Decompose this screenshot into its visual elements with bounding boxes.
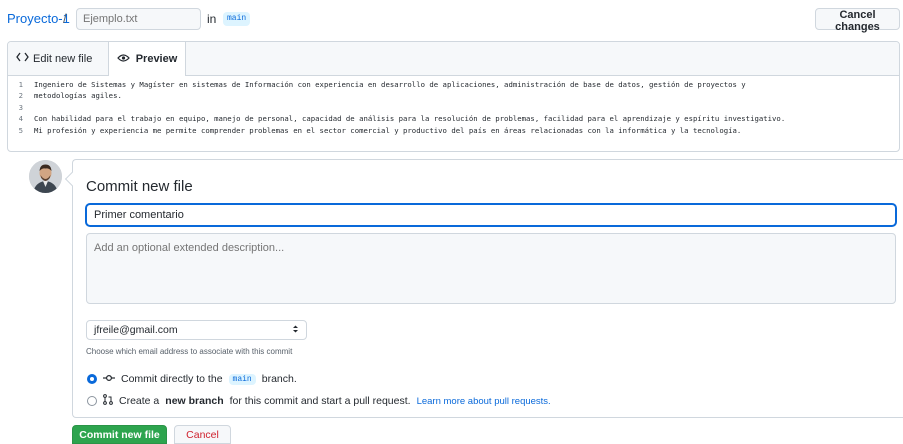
line-number: 2 [18,91,23,101]
filename-input[interactable] [76,8,201,30]
line-number: 5 [18,125,23,135]
code-line: 2 metodologías agiles. [8,90,899,101]
code-icon [16,52,29,65]
email-select[interactable]: jfreile@gmail.com [86,320,307,340]
top-bar: Proyecto-1 / in main Cancel changes [0,0,903,36]
cancel-changes-button[interactable]: Cancel changes [815,8,900,33]
git-pull-request-icon [103,394,113,408]
repo-link[interactable]: Proyecto-1 [7,11,70,26]
tab-preview-label: Preview [135,53,178,65]
in-label: in [207,12,217,26]
branch-badge: main [228,373,256,385]
learn-more-pull-requests-link[interactable]: Learn more about pull requests. [417,396,551,407]
new-branch-option[interactable]: Create a new branch for this commit and … [87,394,551,408]
tab-edit-new-file[interactable]: Edit new file [16,52,92,65]
commit-description-input[interactable] [86,233,896,304]
git-commit-icon [103,373,115,385]
commit-form: Commit new file jfreile@gmail.com Choose… [64,159,903,418]
eye-icon [116,53,130,66]
commit-new-file-button[interactable]: Commit new file [72,425,167,444]
code-preview: 1 Ingeniero de Sistemas y Magíster en sis… [8,76,899,136]
line-text: Con habilidad para el trabajo en equipo,… [34,114,786,124]
new-branch-text: Create a [119,395,160,407]
file-editor: Edit new file Preview 1 Ingeniero de Sist… [7,41,900,152]
email-hint: Choose which email address to associate … [86,347,293,356]
line-number: 4 [18,114,23,124]
code-line: 3 [8,102,899,113]
commit-title: Commit new file [86,178,193,195]
line-text: Ingeniero de Sistemas y Magíster en sist… [34,80,746,89]
code-line: 1 Ingeniero de Sistemas y Magíster en sis… [8,79,899,90]
new-branch-radio[interactable] [87,396,97,406]
commit-directly-suffix: branch. [261,373,297,385]
editor-tabbar: Edit new file Preview [8,42,899,76]
select-arrows-icon [292,324,299,337]
avatar[interactable] [29,160,62,193]
new-branch-bold: new branch [165,395,224,407]
line-text: metodologías agiles. [34,91,122,101]
code-line: 4 Con habilidad para el trabajo en equipo… [8,113,899,124]
line-number: 1 [18,80,23,89]
tab-preview[interactable]: Preview [108,42,186,76]
commit-summary-input[interactable] [86,204,896,226]
cancel-button[interactable]: Cancel [174,425,231,444]
commit-directly-option[interactable]: Commit directly to the main branch. [87,373,297,385]
code-line: 5 Mi profesión y experiencia me permite c… [8,125,899,136]
comment-caret [64,171,80,187]
tab-edit-label: Edit new file [33,52,93,65]
commit-directly-text: Commit directly to the [121,373,223,385]
email-select-value: jfreile@gmail.com [94,324,178,336]
commit-directly-radio[interactable] [87,374,97,384]
branch-badge: main [223,12,251,26]
new-branch-suffix: for this commit and start a pull request… [229,395,411,407]
path-separator: / [63,11,67,26]
line-number: 3 [18,102,23,112]
line-text: Mi profesión y experiencia me permite co… [34,125,742,135]
